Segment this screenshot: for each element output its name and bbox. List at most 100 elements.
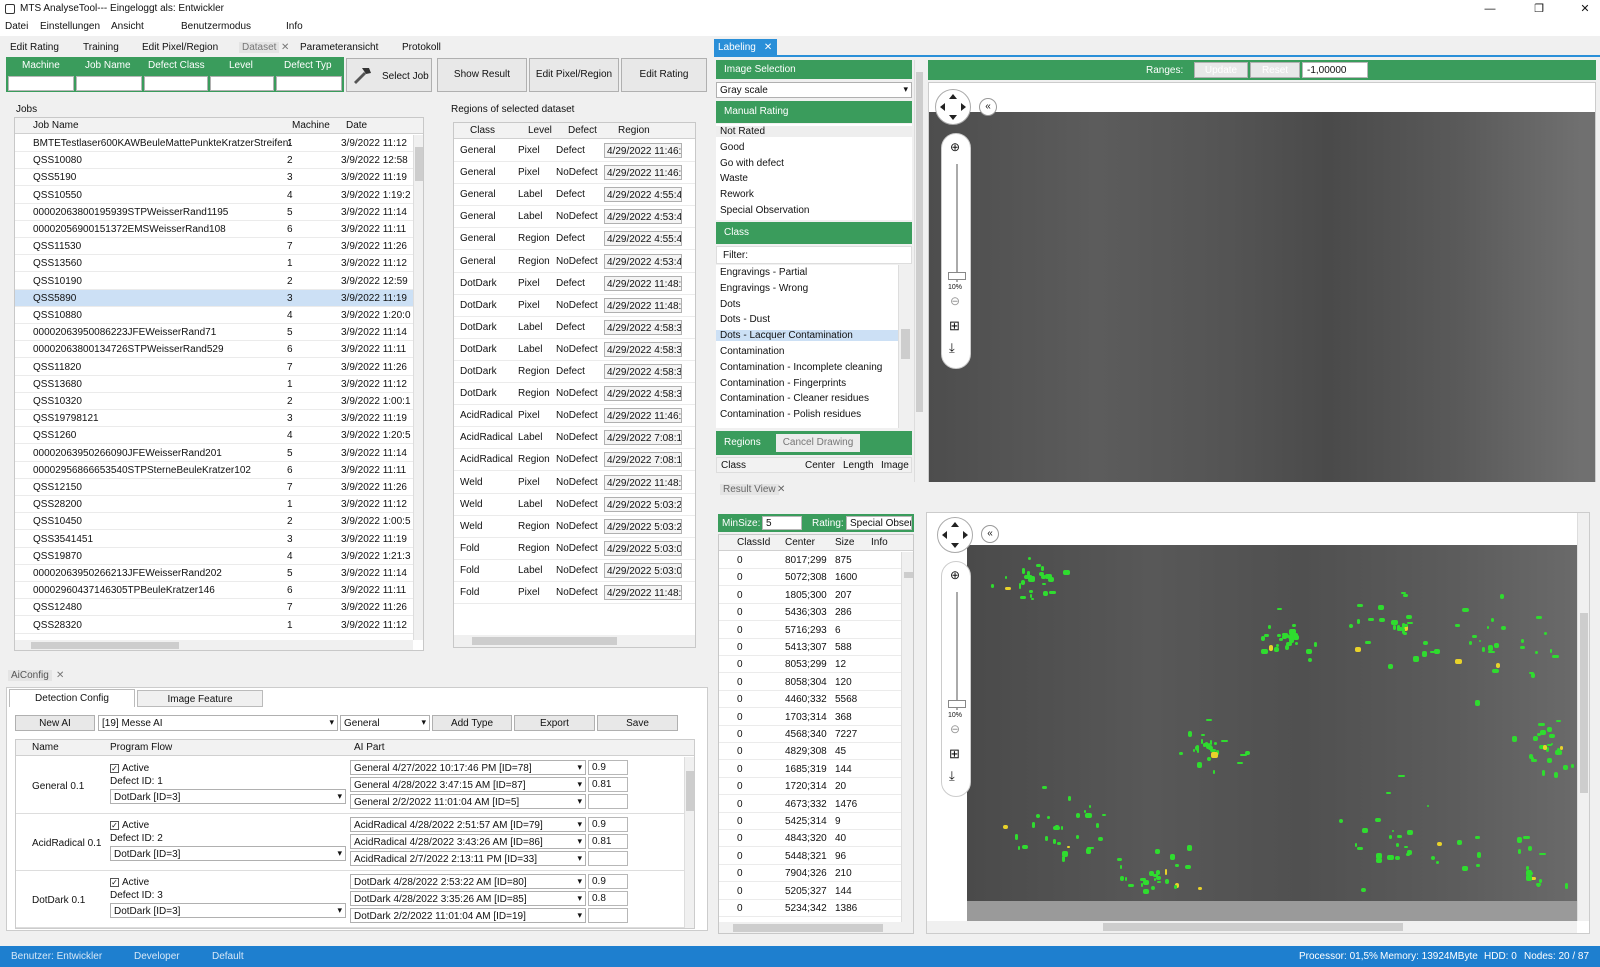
table-row[interactable]: QSS10450 2 3/9/2022 1:00:5 [15, 513, 413, 531]
ai-part-select[interactable]: General 4/28/2022 3:47:15 AM [ID=87] [350, 777, 586, 792]
table-row[interactable]: AcidRadical Pixel NoDefect 4/29/2022 11:46:… [454, 405, 695, 428]
result-hscrollbar[interactable] [719, 922, 913, 933]
table-row[interactable]: 0 4673;332 1476 [719, 796, 901, 813]
table-row[interactable]: 0 5448;321 96 [719, 848, 901, 865]
table-row[interactable]: General Pixel NoDefect 4/29/2022 11:46:4 [454, 162, 695, 185]
table-row[interactable]: QSS28320 1 3/9/2022 11:12 [15, 617, 413, 634]
result-zoom-slider[interactable] [956, 592, 958, 710]
filter-machine-input[interactable] [8, 76, 74, 91]
ai-part-select[interactable]: DotDark 4/28/2022 3:35:26 AM [ID=85] [350, 891, 586, 906]
rating-item[interactable]: Waste [720, 173, 748, 184]
region-date-cell[interactable]: 4/29/2022 11:48:4 [604, 275, 682, 291]
table-row[interactable]: 0 8058;304 120 [719, 674, 901, 691]
table-row[interactable]: QSS11530 7 3/9/2022 11:26 [15, 238, 413, 256]
table-row[interactable]: QSS10550 4 3/9/2022 1:19:2 [15, 187, 413, 204]
menu-einstellungen[interactable]: Einstellungen [40, 21, 100, 32]
region-date-cell[interactable]: 4/29/2022 11:46:4 [604, 143, 682, 158]
region-date-cell[interactable]: 4/29/2022 5:03:01 [604, 540, 682, 556]
rating-item[interactable]: Special Observation [720, 205, 810, 216]
class-list-item[interactable]: Contamination - Fingerprints [720, 378, 846, 389]
filter-jobname-input[interactable] [76, 76, 142, 91]
ai-part-select[interactable]: DotDark 2/2/2022 11:01:04 AM [ID=19] [350, 908, 586, 923]
export-button[interactable]: Export [514, 715, 595, 731]
table-row[interactable]: 0 5234;342 1386 [719, 900, 901, 917]
result-zoom-out-icon[interactable]: ⊖ [950, 722, 960, 736]
result-scrollbar[interactable] [901, 552, 913, 922]
program-flow-select[interactable]: DotDark [ID=3] [110, 846, 346, 861]
class-list-item[interactable]: Engravings - Partial [720, 267, 807, 278]
table-row[interactable]: 0 5436;303 286 [719, 604, 901, 622]
region-date-cell[interactable]: 4/29/2022 11:46:5 [604, 408, 682, 424]
jobs-hscrollbar[interactable] [15, 640, 413, 650]
region-date-cell[interactable]: 4/29/2022 4:58:33 [604, 386, 682, 402]
region-date-cell[interactable]: 4/29/2022 5:03:20 [604, 496, 682, 512]
region-date-cell[interactable]: 4/29/2022 4:58:33 [604, 364, 682, 379]
ai-part-threshold-input[interactable]: 0.8 [588, 891, 628, 906]
ai-part-threshold-input[interactable]: 0.9 [588, 760, 628, 775]
ai-part-select[interactable]: DotDark 4/28/2022 2:53:22 AM [ID=80] [350, 874, 586, 889]
table-row[interactable]: 0 5072;308 1600 [719, 569, 901, 587]
class-list-item[interactable]: Dots - Lacquer Contamination [716, 330, 898, 342]
labeling-image[interactable] [929, 112, 1595, 482]
result-viewer-vscrollbar[interactable] [1577, 513, 1589, 921]
result-download-icon[interactable]: ⤓ [949, 768, 955, 784]
ai-part-select[interactable]: AcidRadical 2/7/2022 2:13:11 PM [ID=33] [350, 851, 586, 866]
class-list-scrollbar[interactable] [898, 265, 912, 428]
table-row[interactable]: 0 8017;299 875 [719, 552, 901, 569]
ai-part-threshold-input[interactable] [588, 908, 628, 923]
zoom-in-icon[interactable]: ⊕ [950, 140, 960, 154]
labeling-viewer[interactable]: « ⊕ 10% ⊖ ⊞ ⤓ [928, 82, 1596, 482]
result-view-close-icon[interactable]: ✕ [777, 484, 785, 495]
table-row[interactable]: 0 7904;326 210 [719, 865, 901, 883]
table-row[interactable]: Weld Pixel NoDefect 4/29/2022 11:48:2 [454, 472, 695, 494]
class-list-item[interactable]: Contamination - Polish residues [720, 409, 861, 420]
table-row[interactable]: DotDark Region Defect 4/29/2022 4:58:33 [454, 361, 695, 383]
ai-part-threshold-input[interactable]: 0.81 [588, 777, 628, 792]
region-date-cell[interactable]: 4/29/2022 11:48:2 [604, 474, 682, 490]
tab-training[interactable]: Training [83, 42, 119, 53]
table-row[interactable]: QSS5890 3 3/9/2022 11:19 [15, 289, 413, 307]
table-row[interactable]: 00002960437146305TPBeuleKratzer146 6 3/9/2… [15, 582, 413, 600]
active-checkbox[interactable]: ✓ Active [110, 877, 149, 888]
table-row[interactable]: General Label Defect 4/29/2022 4:55:46 [454, 184, 695, 207]
labeling-close-icon[interactable]: ✕ [764, 42, 772, 53]
table-row[interactable]: QSS12480 7 3/9/2022 11:26 [15, 599, 413, 617]
tab-parameteransicht[interactable]: Parameteransicht [300, 42, 378, 53]
table-row[interactable]: 00002063950266213JFEWeisserRand202 5 3/9/2… [15, 565, 413, 582]
region-date-cell[interactable]: 4/29/2022 4:58:33 [604, 341, 682, 357]
ai-part-threshold-input[interactable]: 0.9 [588, 874, 628, 889]
table-row[interactable]: General Region NoDefect 4/29/2022 4:53:47 [454, 251, 695, 273]
table-row[interactable]: 00002063950266090JFEWeisserRand201 5 3/9/2… [15, 445, 413, 462]
result-collapse-arrows-icon[interactable]: « [981, 525, 999, 543]
result-zoom-in-icon[interactable]: ⊕ [950, 568, 960, 582]
table-row[interactable]: QSS13680 1 3/9/2022 11:12 [15, 376, 413, 393]
table-row[interactable]: QSS1260 4 3/9/2022 1:20:5 [15, 427, 413, 445]
type-select[interactable]: General [340, 715, 430, 731]
menu-datei[interactable]: Datei [5, 21, 28, 32]
region-date-cell[interactable]: 4/29/2022 4:55:46 [604, 231, 682, 247]
collapse-arrows-icon[interactable]: « [979, 98, 997, 116]
ai-part-select[interactable]: General 2/2/2022 11:01:04 AM [ID=5] [350, 794, 586, 809]
tab-dataset[interactable]: Dataset [239, 42, 280, 53]
table-row[interactable]: QSS19798121 3 3/9/2022 11:19 [15, 410, 413, 428]
col-date[interactable]: Date [346, 120, 367, 131]
menu-info[interactable]: Info [286, 21, 303, 32]
ai-part-threshold-input[interactable]: 0.81 [588, 834, 628, 849]
col-jobname[interactable]: Job Name [33, 120, 79, 131]
table-row[interactable]: DotDark Label Defect 4/29/2022 4:58:33 [454, 317, 695, 339]
tab-protokoll[interactable]: Protokoll [402, 42, 441, 53]
table-row[interactable]: 00002063950086223JFEWeisserRand71 5 3/9/20… [15, 324, 413, 342]
class-list-item[interactable]: Dots - Dust [720, 314, 770, 325]
rating-item[interactable]: Go with defect [720, 158, 784, 169]
table-row[interactable]: 0 1685;319 144 [719, 761, 901, 778]
new-ai-button[interactable]: New AI [15, 715, 95, 731]
filter-defecttyp-select[interactable] [276, 76, 342, 91]
region-date-cell[interactable]: 4/29/2022 4:53:47 [604, 209, 682, 225]
ai-part-select[interactable]: General 4/27/2022 10:17:46 PM [ID=78] [350, 760, 586, 775]
tab-result-view[interactable]: Result View [720, 484, 779, 495]
table-row[interactable]: QSS13560 1 3/9/2022 11:12 [15, 255, 413, 273]
add-type-button[interactable]: Add Type [432, 715, 512, 731]
table-row[interactable]: 0 5425;314 9 [719, 813, 901, 830]
region-date-cell[interactable]: 4/29/2022 4:55:46 [604, 187, 682, 203]
region-date-cell[interactable]: 4/29/2022 5:03:01 [604, 562, 682, 578]
